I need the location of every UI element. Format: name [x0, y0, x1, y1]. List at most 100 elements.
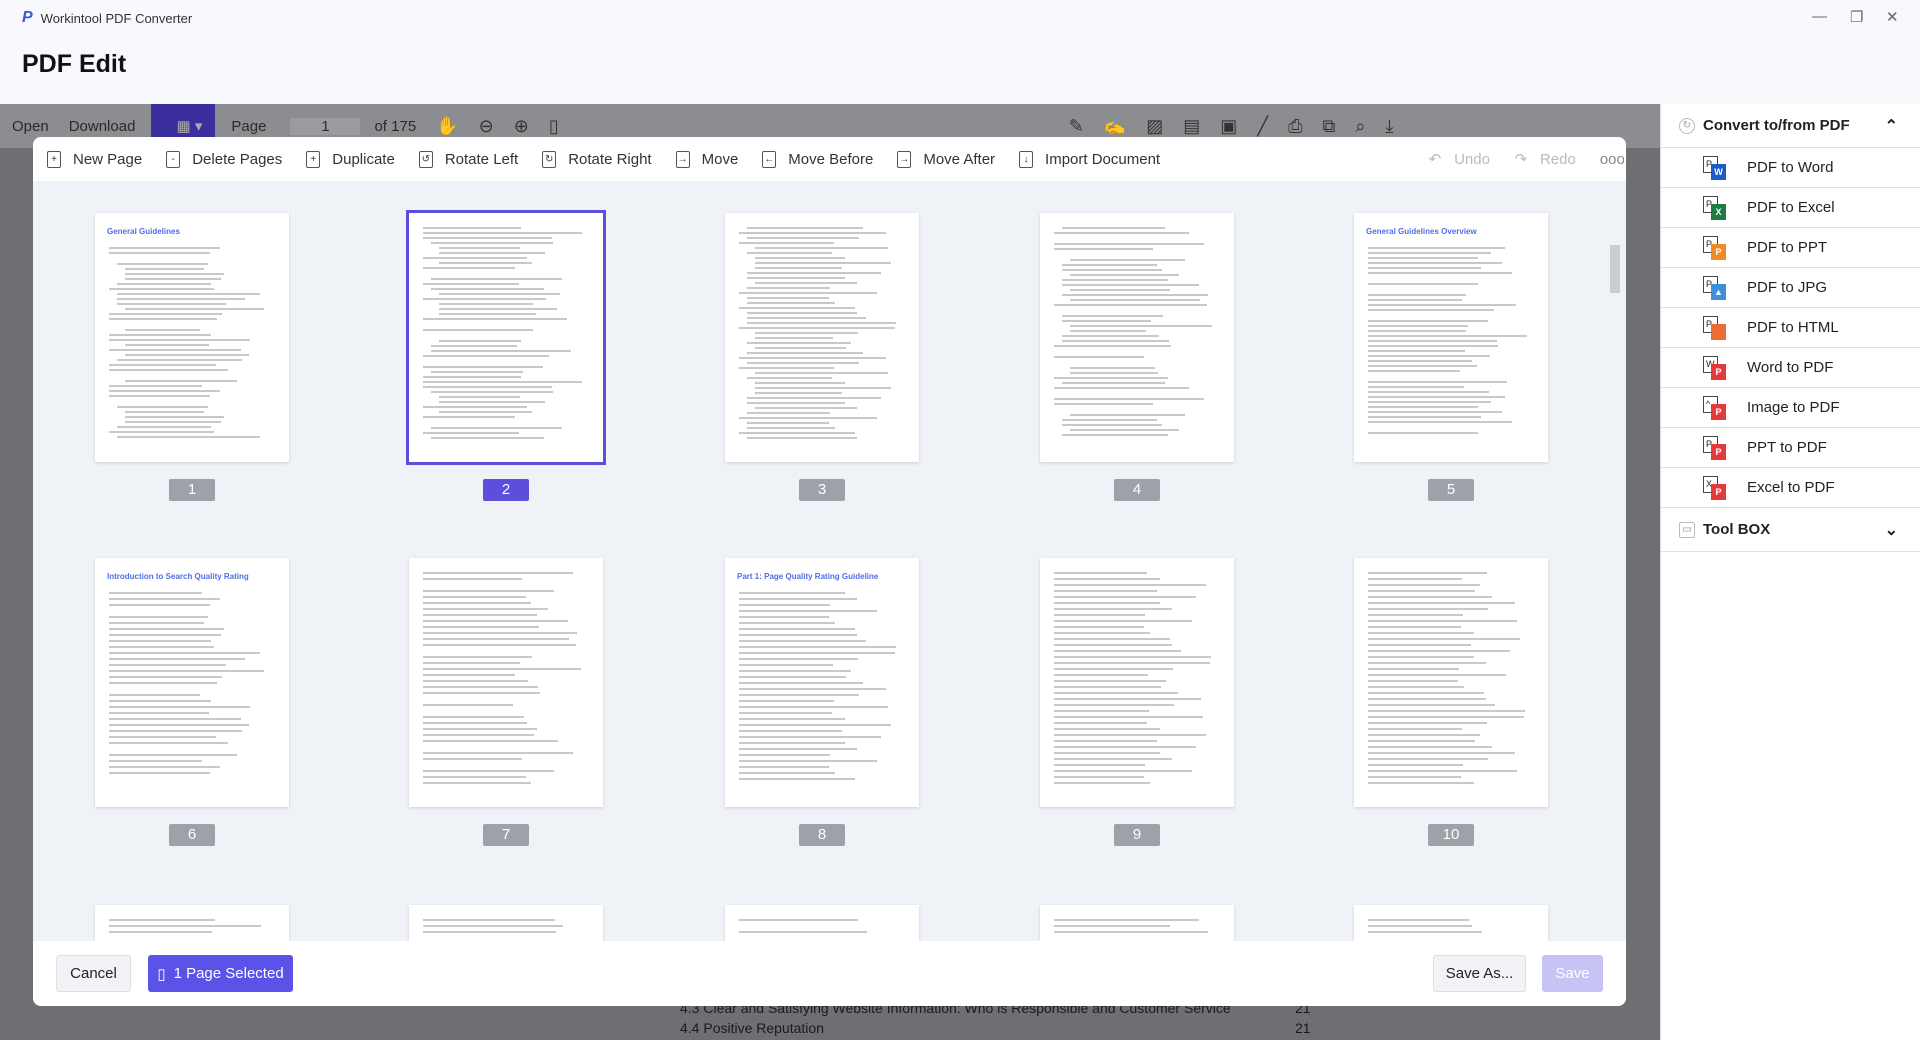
- text-line: [1368, 931, 1482, 933]
- note-icon[interactable]: ▤: [1183, 116, 1200, 137]
- page-number-label[interactable]: 5: [1428, 479, 1474, 501]
- text-line: [1054, 656, 1211, 658]
- grid-icon: ▦ ▾: [176, 118, 203, 135]
- page-thumbnail[interactable]: [725, 905, 919, 941]
- page-number-label[interactable]: 3: [799, 479, 845, 501]
- convert-item[interactable]: ^ P Image to PDF: [1661, 388, 1920, 428]
- page-thumbnail[interactable]: [95, 905, 289, 941]
- page-number-label[interactable]: 1: [169, 479, 215, 501]
- close-icon[interactable]: ✕: [1886, 8, 1899, 26]
- page-thumbnail[interactable]: General Guidelines Overview: [1354, 213, 1548, 462]
- text-line: [739, 772, 835, 774]
- text-line: [1368, 370, 1460, 372]
- download-icon[interactable]: ⤓: [1385, 116, 1393, 137]
- page-thumbnail[interactable]: [1040, 905, 1234, 941]
- undo-button[interactable]: ↶ Undo: [1428, 151, 1490, 169]
- text-line: [1054, 716, 1203, 718]
- rotate-right-icon: ↻: [542, 150, 557, 168]
- move-after-icon: →: [897, 150, 912, 168]
- convert-item[interactable]: P X PDF to Excel: [1661, 188, 1920, 228]
- page-number-label[interactable]: 10: [1428, 824, 1474, 846]
- pen-icon[interactable]: ✎: [1069, 116, 1084, 137]
- convert-item-label: PDF to Excel: [1747, 199, 1835, 216]
- hand-icon[interactable]: ✋: [436, 116, 458, 137]
- text-line: [739, 232, 886, 234]
- page-thumbnail[interactable]: [725, 213, 919, 462]
- page-thumbnail[interactable]: [406, 210, 606, 465]
- text-line: [109, 598, 220, 600]
- convert-item[interactable]: X P Excel to PDF: [1661, 468, 1920, 508]
- print-icon[interactable]: ⎙: [1288, 116, 1302, 137]
- scrollbar-thumb[interactable]: [1610, 245, 1620, 293]
- rotate-right-button[interactable]: ↻ Rotate Right: [542, 150, 652, 168]
- new-page-button[interactable]: + New Page: [47, 150, 142, 168]
- rotate-left-button[interactable]: ↺ Rotate Left: [418, 150, 518, 168]
- text-line: [739, 688, 886, 690]
- move-after-button[interactable]: → Move After: [897, 150, 995, 168]
- page-thumbnail[interactable]: [409, 558, 603, 807]
- page-thumbnail[interactable]: [1040, 213, 1234, 462]
- download-button[interactable]: Download: [69, 118, 136, 135]
- zoom-in-icon[interactable]: ⊕: [514, 116, 529, 137]
- minimize-icon[interactable]: —: [1812, 8, 1827, 25]
- toolbox-section-header[interactable]: ▭ Tool BOX ⌄: [1661, 508, 1920, 552]
- page-thumbnail[interactable]: [409, 905, 603, 941]
- convert-item[interactable]: P PDF to HTML: [1661, 308, 1920, 348]
- convert-item[interactable]: P P PDF to PPT: [1661, 228, 1920, 268]
- delete-pages-button[interactable]: - Delete Pages: [166, 150, 282, 168]
- signature-icon[interactable]: ✍: [1104, 116, 1126, 137]
- text-line: [1368, 698, 1486, 700]
- text-line: [109, 670, 264, 672]
- convert-section-header[interactable]: ↻ Convert to/from PDF ⌃: [1661, 104, 1920, 148]
- zoom-out-icon[interactable]: ⊖: [479, 116, 494, 137]
- text-line: [423, 572, 573, 574]
- text-line: [1070, 372, 1158, 374]
- pages-selected-button[interactable]: ▯ 1 Page Selected: [148, 955, 293, 992]
- save-button[interactable]: Save: [1542, 955, 1603, 992]
- page-thumbnail[interactable]: [1040, 558, 1234, 807]
- page-thumbnail[interactable]: Introduction to Search Quality Rating: [95, 558, 289, 807]
- text-line: [1054, 626, 1144, 628]
- page-number-label[interactable]: 7: [483, 824, 529, 846]
- scrollbar[interactable]: [1610, 231, 1620, 931]
- convert-item-label: Excel to PDF: [1747, 479, 1835, 496]
- page-thumbnail[interactable]: Part 1: Page Quality Rating Guideline: [725, 558, 919, 807]
- page-thumbnail[interactable]: [1354, 558, 1548, 807]
- page-input[interactable]: 1: [290, 117, 361, 135]
- save-as-button[interactable]: Save As...: [1433, 955, 1526, 992]
- text-line: [755, 267, 842, 269]
- text-line: [1054, 698, 1201, 700]
- restore-icon[interactable]: ❐: [1850, 8, 1863, 26]
- more-button[interactable]: ooo: [1600, 151, 1625, 168]
- import-document-button[interactable]: ↓ Import Document: [1019, 150, 1160, 168]
- move-button[interactable]: → Move: [675, 150, 738, 168]
- page-number-label[interactable]: 4: [1114, 479, 1160, 501]
- move-before-button[interactable]: ← Move Before: [762, 150, 873, 168]
- convert-item[interactable]: P P PPT to PDF: [1661, 428, 1920, 468]
- copy-icon[interactable]: ⧉: [1323, 116, 1336, 137]
- text-line: [423, 692, 540, 694]
- text-line: [423, 267, 515, 269]
- convert-item[interactable]: P ▲ PDF to JPG: [1661, 268, 1920, 308]
- page-thumbnail[interactable]: General Guidelines: [95, 213, 289, 462]
- textbox-icon[interactable]: ▣: [1220, 116, 1237, 137]
- text-line: [439, 396, 520, 398]
- text-line: [739, 598, 857, 600]
- convert-item[interactable]: WP Word to PDF: [1661, 348, 1920, 388]
- page-number-label[interactable]: 9: [1114, 824, 1160, 846]
- image-icon[interactable]: ▨: [1146, 116, 1163, 137]
- text-line: [747, 297, 829, 299]
- text-line: [747, 402, 845, 404]
- search-icon[interactable]: ⌕: [1355, 116, 1365, 137]
- convert-item[interactable]: P W PDF to Word: [1661, 148, 1920, 188]
- redo-button[interactable]: ↷ Redo: [1514, 151, 1576, 169]
- page-number-label[interactable]: 6: [169, 824, 215, 846]
- cancel-button[interactable]: Cancel: [56, 955, 131, 992]
- page-view-icon[interactable]: ▯: [549, 116, 559, 137]
- duplicate-button[interactable]: + Duplicate: [306, 150, 395, 168]
- page-number-label[interactable]: 2: [483, 479, 529, 501]
- page-number-label[interactable]: 8: [799, 824, 845, 846]
- line-icon[interactable]: ╱: [1257, 116, 1268, 137]
- open-button[interactable]: Open: [12, 118, 49, 135]
- page-thumbnail[interactable]: [1354, 905, 1548, 941]
